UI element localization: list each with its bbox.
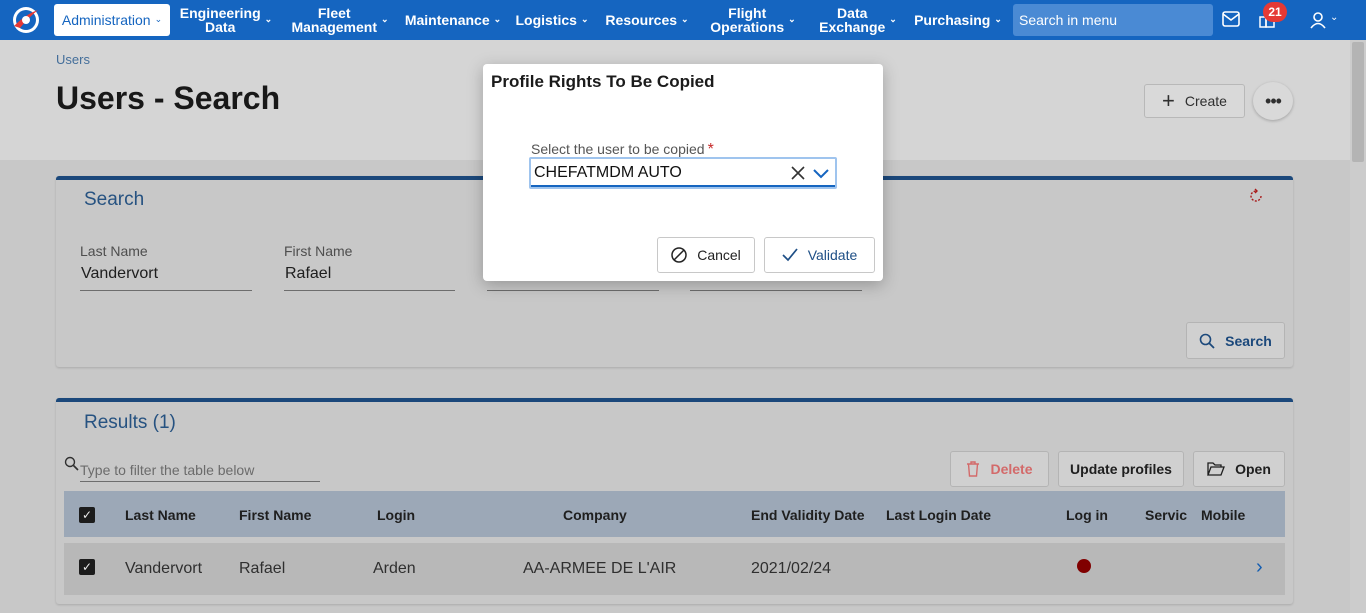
- chevron-down-icon: ⌄: [788, 14, 796, 24]
- nav-fleet-management[interactable]: Fleet Management ⌄: [288, 0, 392, 40]
- chevron-down-icon: ⌄: [264, 14, 273, 24]
- validate-button[interactable]: Validate: [764, 237, 875, 273]
- chevron-down-icon: ⌄: [154, 14, 163, 24]
- nav-logistics[interactable]: Logistics ⌄: [516, 0, 589, 40]
- required-marker: *: [707, 141, 714, 158]
- clear-icon[interactable]: [791, 166, 805, 180]
- chevron-down-icon: ⌄: [889, 14, 897, 24]
- nav-flight-operations[interactable]: Flight Operations ⌄: [706, 0, 800, 40]
- nav-purchasing[interactable]: Purchasing ⌄: [914, 0, 1002, 40]
- cancel-icon: [671, 247, 687, 263]
- chevron-down-icon: ⌄: [681, 14, 689, 24]
- user-select-dropdown[interactable]: CHEFATMDM AUTO: [529, 157, 837, 189]
- notification-badge: 21: [1263, 2, 1287, 22]
- app-logo-icon[interactable]: [10, 4, 42, 36]
- user-icon[interactable]: [1309, 11, 1327, 29]
- top-navbar: Administration ⌄ Engineering Data ⌄ Fleet Ma…: [0, 0, 1366, 40]
- nav-engineering-data[interactable]: Engineering Data ⌄: [178, 0, 274, 40]
- chevron-down-icon: ⌄: [493, 14, 502, 24]
- user-select-value: CHEFATMDM AUTO: [534, 164, 682, 181]
- chevron-down-icon: ⌄: [580, 14, 589, 24]
- chevron-down-icon[interactable]: [813, 166, 829, 180]
- mail-icon[interactable]: [1222, 11, 1240, 27]
- chevron-down-icon: ⌄: [381, 14, 389, 24]
- nav-administration[interactable]: Administration ⌄: [54, 4, 170, 36]
- chevron-down-icon[interactable]: ⌄: [1330, 12, 1338, 23]
- chevron-down-icon: ⌄: [994, 14, 1002, 24]
- nav-resources[interactable]: Resources ⌄: [604, 0, 690, 40]
- cancel-button-label: Cancel: [697, 247, 741, 263]
- validate-button-label: Validate: [807, 247, 858, 263]
- nav-maintenance[interactable]: Maintenance ⌄: [404, 0, 502, 40]
- menu-search-placeholder: Search in menu: [1019, 12, 1118, 28]
- dialog-title: Profile Rights To Be Copied: [491, 72, 715, 91]
- user-select-label-text: Select the user to be copied: [531, 141, 705, 157]
- menu-search-input[interactable]: Search in menu: [1013, 4, 1213, 36]
- cancel-button[interactable]: Cancel: [657, 237, 755, 273]
- profile-rights-dialog: Profile Rights To Be Copied Select the u…: [483, 64, 883, 281]
- check-icon: [782, 248, 798, 262]
- nav-data-exchange[interactable]: Data Exchange ⌄: [816, 0, 900, 40]
- select-focus-underline: [531, 185, 835, 187]
